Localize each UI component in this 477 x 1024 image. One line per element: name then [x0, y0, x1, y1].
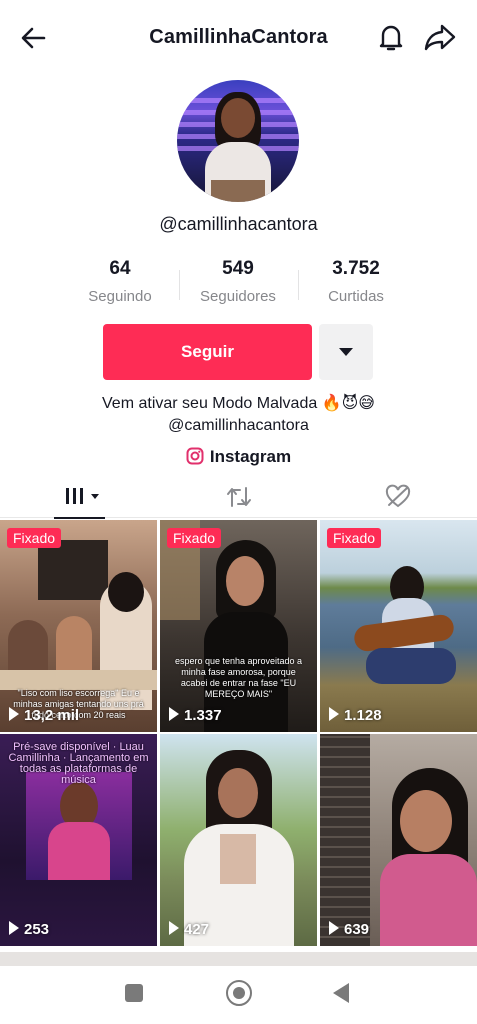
liked-hidden-icon [385, 484, 411, 508]
instagram-label: Instagram [209, 447, 292, 466]
video-caption: espero que tenha aproveitado a minha fas… [174, 656, 303, 699]
view-count-value: 639 [344, 921, 370, 938]
tab-videos[interactable] [0, 478, 159, 519]
view-count-value: 253 [24, 921, 50, 938]
stat-following[interactable]: 64 Seguindo [60, 258, 180, 305]
instagram-link[interactable]: Instagram [0, 447, 477, 467]
bio-line-1: Vem ativar seu Modo Malvada 🔥😈😅 [102, 395, 375, 412]
view-count: 253 [9, 921, 49, 938]
view-count: 1.128 [329, 707, 382, 724]
stat-likes[interactable]: 3.752 Curtidas [296, 258, 416, 305]
video-tile[interactable]: "Liso com liso escorrega" Eu e minhas am… [0, 520, 157, 732]
video-caption: Pré-save disponível · Luau Camillinha · … [8, 741, 149, 786]
view-count: 639 [329, 921, 369, 938]
stat-followers[interactable]: 549 Seguidores [178, 258, 298, 305]
system-back-icon[interactable] [333, 983, 349, 1003]
view-count-value: 1.128 [344, 707, 382, 724]
pinned-badge: Fixado [7, 528, 62, 548]
play-icon [169, 707, 179, 721]
video-grid-next-row [0, 952, 477, 966]
recent-apps-icon[interactable] [125, 984, 143, 1002]
stat-following-label: Seguindo [88, 288, 152, 305]
view-count: 13,2 mil [9, 707, 79, 724]
play-icon [9, 921, 19, 935]
video-tile[interactable]: Fixado 1.128 [320, 520, 477, 732]
avatar[interactable] [177, 80, 299, 202]
tab-reposts[interactable] [159, 478, 318, 518]
video-tile[interactable]: espero que tenha aproveitado a minha fas… [160, 520, 317, 732]
video-tile[interactable]: 639 [320, 734, 477, 946]
view-count: 427 [169, 921, 209, 938]
profile-bio: Vem ativar seu Modo Malvada 🔥😈😅 @camilli… [0, 393, 477, 437]
profile-tabs [0, 478, 477, 519]
stat-followers-label: Seguidores [200, 288, 276, 305]
play-icon [169, 921, 179, 935]
profile-stats: 64 Seguindo 549 Seguidores 3.752 Curtida… [0, 258, 477, 314]
top-bar: CamillinhaCantora [0, 0, 477, 76]
repost-icon [227, 487, 251, 507]
suggested-accounts-button[interactable] [319, 324, 373, 380]
play-icon [329, 921, 339, 935]
instagram-icon [186, 447, 204, 465]
video-tile[interactable]: 427 [160, 734, 317, 946]
stat-likes-label: Curtidas [328, 288, 384, 305]
stat-followers-value: 549 [222, 258, 254, 279]
view-count-value: 13,2 mil [24, 707, 80, 724]
system-nav-bar [0, 966, 477, 1024]
view-count-value: 427 [184, 921, 210, 938]
home-icon[interactable] [226, 980, 252, 1006]
video-grid: "Liso com liso escorrega" Eu e minhas am… [0, 520, 477, 952]
pinned-badge: Fixado [167, 528, 222, 548]
profile-username: @camillinhacantora [159, 214, 318, 234]
caret-down-icon [339, 348, 353, 356]
tab-liked[interactable] [318, 478, 477, 518]
pinned-badge: Fixado [327, 528, 382, 548]
play-icon [9, 707, 19, 721]
follow-button[interactable]: Seguir [103, 324, 312, 380]
video-tile[interactable]: Pré-save disponível · Luau Camillinha · … [0, 734, 157, 946]
bell-icon[interactable] [374, 20, 408, 54]
view-count: 1.337 [169, 707, 222, 724]
stat-following-value: 64 [109, 258, 131, 279]
bio-line-2[interactable]: @camillinhacantora [0, 415, 477, 437]
share-icon[interactable] [422, 20, 458, 54]
grid-icon [66, 488, 99, 504]
view-count-value: 1.337 [184, 707, 222, 724]
stat-likes-value: 3.752 [332, 258, 380, 279]
play-icon [329, 707, 339, 721]
